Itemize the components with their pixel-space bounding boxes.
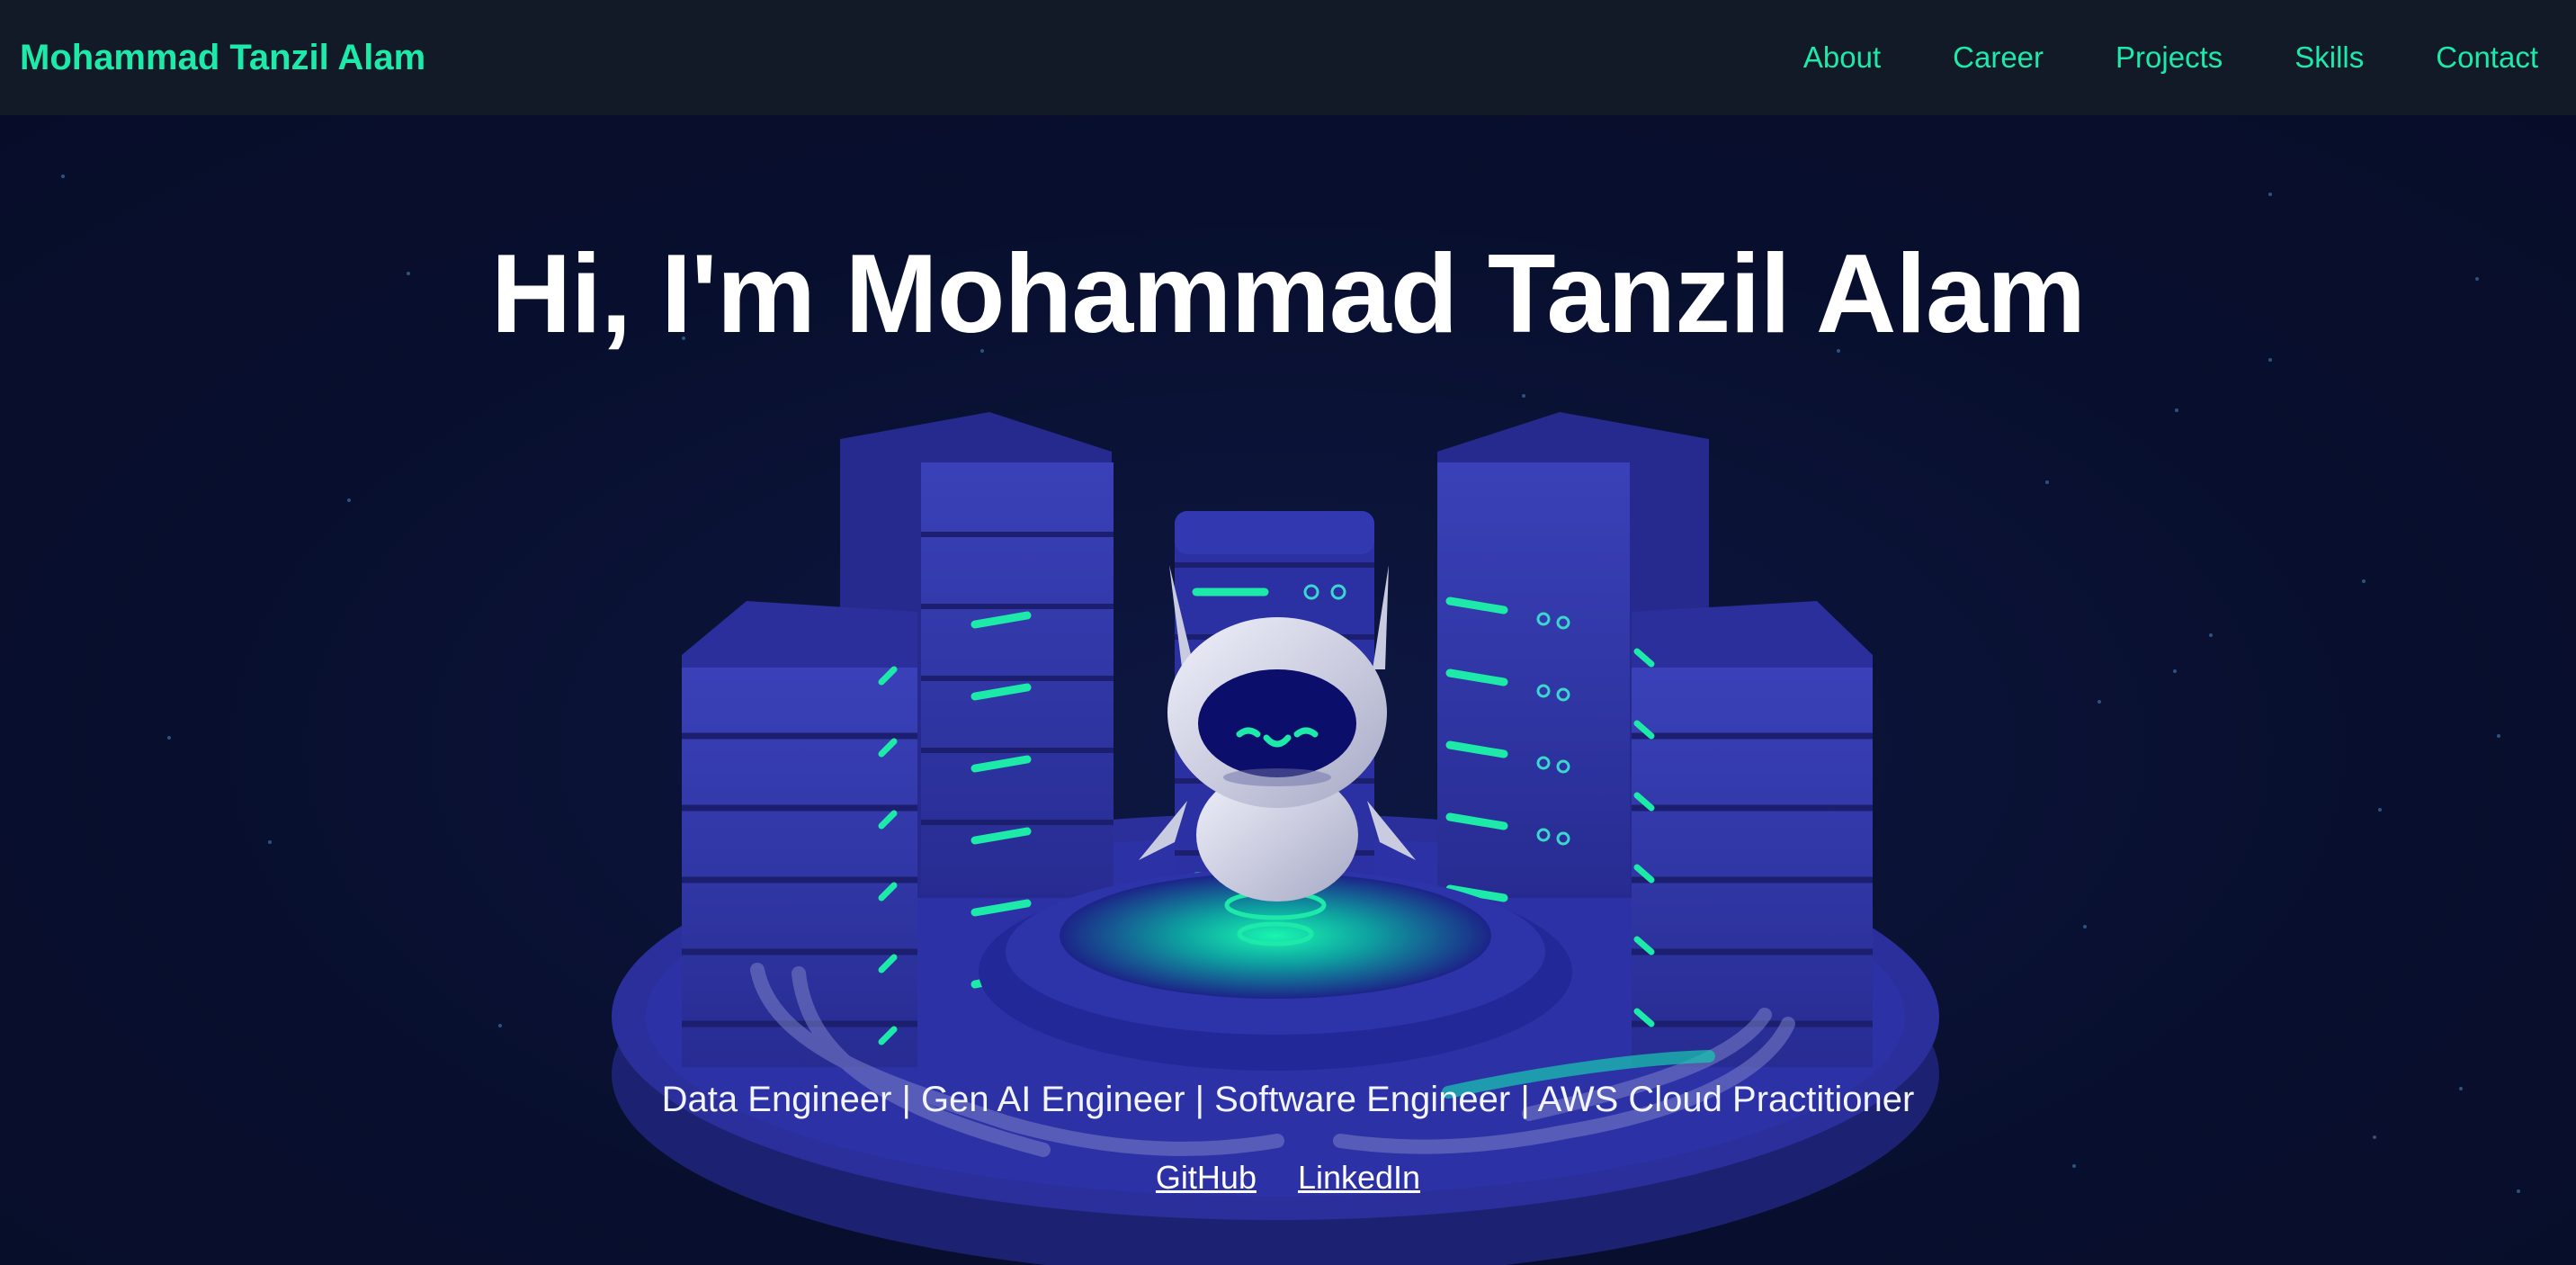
hero-section: Hi, I'm Mohammad Tanzil Alam Data Engine… [0, 115, 2576, 1265]
nav-link-projects[interactable]: Projects [2115, 40, 2223, 75]
navbar: Mohammad Tanzil Alam About Career Projec… [0, 0, 2576, 115]
brand-link[interactable]: Mohammad Tanzil Alam [20, 38, 425, 78]
social-links: GitHub LinkedIn [0, 1159, 2576, 1197]
nav-link-contact[interactable]: Contact [2436, 40, 2538, 75]
hero-subtitle: Data Engineer | Gen AI Engineer | Softwa… [661, 1080, 1915, 1119]
nav-link-about[interactable]: About [1803, 40, 1881, 75]
hero-title: Hi, I'm Mohammad Tanzil Alam [490, 232, 2086, 356]
nav-link-career[interactable]: Career [1953, 40, 2044, 75]
github-link[interactable]: GitHub [1156, 1159, 1257, 1197]
nav-link-skills[interactable]: Skills [2294, 40, 2364, 75]
linkedin-link[interactable]: LinkedIn [1298, 1159, 1420, 1197]
nav-links: About Career Projects Skills Contact [1803, 40, 2538, 75]
